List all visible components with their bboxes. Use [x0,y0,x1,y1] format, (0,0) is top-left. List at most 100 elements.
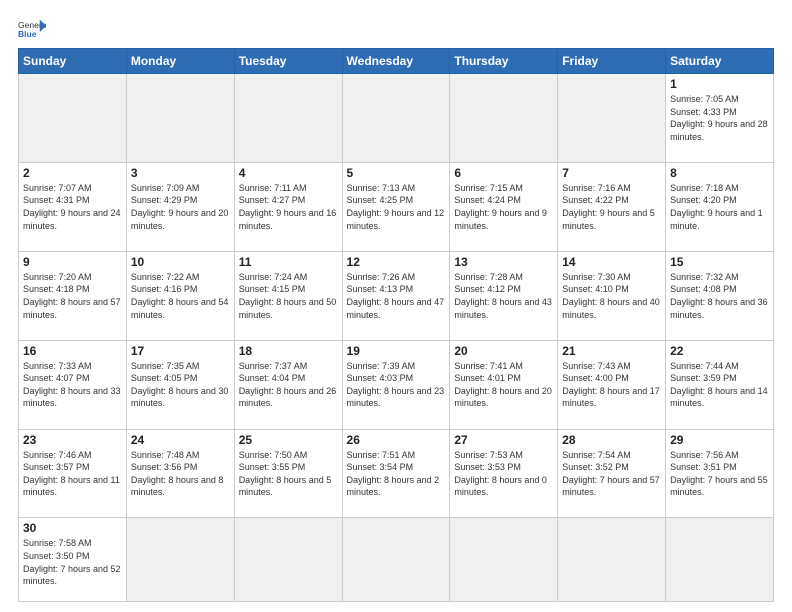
calendar-cell: 22Sunrise: 7:44 AM Sunset: 3:59 PM Dayli… [666,340,774,429]
day-number: 29 [670,433,769,447]
day-info: Sunrise: 7:53 AM Sunset: 3:53 PM Dayligh… [454,449,553,499]
day-info: Sunrise: 7:32 AM Sunset: 4:08 PM Dayligh… [670,271,769,321]
day-number: 1 [670,77,769,91]
calendar-cell: 14 Sunrise: 7:30 AM Sunset: 4:10 PM Dayli… [558,251,666,340]
day-info: Sunrise: 7:09 AM Sunset: 4:29 PM Dayligh… [131,182,230,232]
weekday-header-saturday: Saturday [666,49,774,74]
day-info: Sunrise: 7:41 AM Sunset: 4:01 PM Dayligh… [454,360,553,410]
day-number: 4 [239,166,338,180]
calendar-cell: 26 Sunrise: 7:51 AM Sunset: 3:54 PM Dayli… [342,429,450,518]
calendar-week-row: 1 Sunrise: 7:05 AM Sunset: 4:33 PM Daylig… [19,74,774,163]
calendar-cell: 24Sunrise: 7:48 AM Sunset: 3:56 PM Dayli… [126,429,234,518]
day-info: Sunrise: 7:30 AM Sunset: 4:10 PM Dayligh… [562,271,661,321]
day-number: 7 [562,166,661,180]
day-info: Sunrise: 7:22 AM Sunset: 4:16 PM Dayligh… [131,271,230,321]
calendar-cell [234,518,342,602]
day-info: Sunrise: 7:07 AM Sunset: 4:31 PM Dayligh… [23,182,122,232]
day-info: Sunrise: 7:13 AM Sunset: 4:25 PM Dayligh… [347,182,446,232]
calendar-cell [450,74,558,163]
day-number: 23 [23,433,122,447]
calendar-cell: 6Sunrise: 7:15 AM Sunset: 4:24 PM Daylig… [450,162,558,251]
day-info: Sunrise: 7:15 AM Sunset: 4:24 PM Dayligh… [454,182,553,232]
day-number: 2 [23,166,122,180]
calendar-cell: 25 Sunrise: 7:50 AM Sunset: 3:55 PM Dayli… [234,429,342,518]
weekday-header-wednesday: Wednesday [342,49,450,74]
calendar-cell: 16 Sunrise: 7:33 AM Sunset: 4:07 PM Dayli… [19,340,127,429]
day-info: Sunrise: 7:44 AM Sunset: 3:59 PM Dayligh… [670,360,769,410]
day-number: 26 [347,433,446,447]
weekday-header-sunday: Sunday [19,49,127,74]
calendar-cell: 19Sunrise: 7:39 AM Sunset: 4:03 PM Dayli… [342,340,450,429]
calendar-cell [342,518,450,602]
calendar-cell: 3 Sunrise: 7:09 AM Sunset: 4:29 PM Daylig… [126,162,234,251]
day-info: Sunrise: 7:35 AM Sunset: 4:05 PM Dayligh… [131,360,230,410]
day-number: 9 [23,255,122,269]
day-info: Sunrise: 7:05 AM Sunset: 4:33 PM Dayligh… [670,93,769,143]
calendar-week-row: 23 Sunrise: 7:46 AM Sunset: 3:57 PM Dayli… [19,429,774,518]
calendar-cell: 29Sunrise: 7:56 AM Sunset: 3:51 PM Dayli… [666,429,774,518]
weekday-header-friday: Friday [558,49,666,74]
calendar-cell [126,74,234,163]
day-info: Sunrise: 7:46 AM Sunset: 3:57 PM Dayligh… [23,449,122,499]
logo: General Blue [18,18,46,40]
day-number: 13 [454,255,553,269]
calendar-cell [666,518,774,602]
calendar-cell: 27Sunrise: 7:53 AM Sunset: 3:53 PM Dayli… [450,429,558,518]
calendar-cell: 30 Sunrise: 7:58 AM Sunset: 3:50 PM Dayli… [19,518,127,602]
calendar-cell: 18 Sunrise: 7:37 AM Sunset: 4:04 PM Dayli… [234,340,342,429]
calendar-table: SundayMondayTuesdayWednesdayThursdayFrid… [18,48,774,602]
day-info: Sunrise: 7:51 AM Sunset: 3:54 PM Dayligh… [347,449,446,499]
calendar-cell: 12 Sunrise: 7:26 AM Sunset: 4:13 PM Dayli… [342,251,450,340]
day-info: Sunrise: 7:50 AM Sunset: 3:55 PM Dayligh… [239,449,338,499]
day-info: Sunrise: 7:58 AM Sunset: 3:50 PM Dayligh… [23,537,122,587]
calendar-cell: 2 Sunrise: 7:07 AM Sunset: 4:31 PM Daylig… [19,162,127,251]
header: General Blue [18,18,774,40]
day-info: Sunrise: 7:37 AM Sunset: 4:04 PM Dayligh… [239,360,338,410]
day-number: 16 [23,344,122,358]
weekday-header-monday: Monday [126,49,234,74]
day-info: Sunrise: 7:11 AM Sunset: 4:27 PM Dayligh… [239,182,338,232]
day-number: 20 [454,344,553,358]
calendar-cell: 21Sunrise: 7:43 AM Sunset: 4:00 PM Dayli… [558,340,666,429]
day-info: Sunrise: 7:26 AM Sunset: 4:13 PM Dayligh… [347,271,446,321]
calendar-cell: 8 Sunrise: 7:18 AM Sunset: 4:20 PM Daylig… [666,162,774,251]
day-number: 14 [562,255,661,269]
weekday-header-row: SundayMondayTuesdayWednesdayThursdayFrid… [19,49,774,74]
calendar-cell: 5Sunrise: 7:13 AM Sunset: 4:25 PM Daylig… [342,162,450,251]
weekday-header-thursday: Thursday [450,49,558,74]
calendar-week-row: 16 Sunrise: 7:33 AM Sunset: 4:07 PM Dayli… [19,340,774,429]
day-number: 3 [131,166,230,180]
day-info: Sunrise: 7:20 AM Sunset: 4:18 PM Dayligh… [23,271,122,321]
day-number: 17 [131,344,230,358]
day-info: Sunrise: 7:48 AM Sunset: 3:56 PM Dayligh… [131,449,230,499]
calendar-cell: 28Sunrise: 7:54 AM Sunset: 3:52 PM Dayli… [558,429,666,518]
svg-text:Blue: Blue [18,29,37,39]
calendar-cell: 9 Sunrise: 7:20 AM Sunset: 4:18 PM Daylig… [19,251,127,340]
calendar-cell [19,74,127,163]
day-number: 25 [239,433,338,447]
page: General Blue SundayMondayTuesdayWednesda… [0,0,792,612]
calendar-cell: 20 Sunrise: 7:41 AM Sunset: 4:01 PM Dayli… [450,340,558,429]
calendar-week-row: 2 Sunrise: 7:07 AM Sunset: 4:31 PM Daylig… [19,162,774,251]
weekday-header-tuesday: Tuesday [234,49,342,74]
day-info: Sunrise: 7:43 AM Sunset: 4:00 PM Dayligh… [562,360,661,410]
calendar-cell: 13Sunrise: 7:28 AM Sunset: 4:12 PM Dayli… [450,251,558,340]
day-number: 18 [239,344,338,358]
day-number: 12 [347,255,446,269]
day-number: 15 [670,255,769,269]
calendar-cell: 15 Sunrise: 7:32 AM Sunset: 4:08 PM Dayli… [666,251,774,340]
day-number: 8 [670,166,769,180]
calendar-week-row: 30 Sunrise: 7:58 AM Sunset: 3:50 PM Dayli… [19,518,774,602]
day-info: Sunrise: 7:18 AM Sunset: 4:20 PM Dayligh… [670,182,769,232]
day-info: Sunrise: 7:16 AM Sunset: 4:22 PM Dayligh… [562,182,661,232]
calendar-cell: 23 Sunrise: 7:46 AM Sunset: 3:57 PM Dayli… [19,429,127,518]
day-info: Sunrise: 7:33 AM Sunset: 4:07 PM Dayligh… [23,360,122,410]
calendar-week-row: 9 Sunrise: 7:20 AM Sunset: 4:18 PM Daylig… [19,251,774,340]
day-number: 10 [131,255,230,269]
day-number: 30 [23,521,122,535]
day-number: 19 [347,344,446,358]
day-info: Sunrise: 7:24 AM Sunset: 4:15 PM Dayligh… [239,271,338,321]
calendar-cell [342,74,450,163]
calendar-cell [558,518,666,602]
calendar-cell [126,518,234,602]
